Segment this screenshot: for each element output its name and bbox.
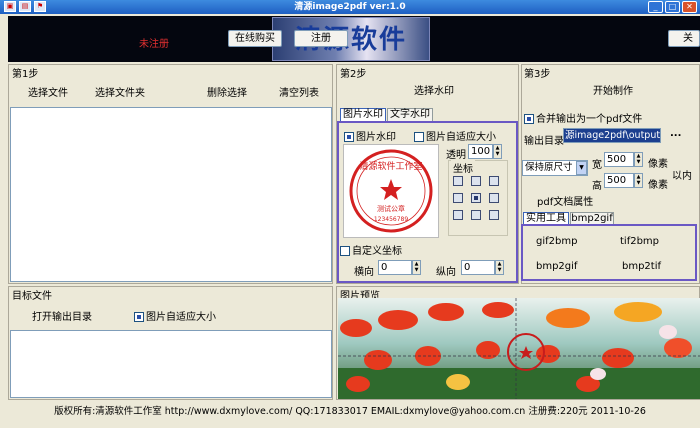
vertical-input[interactable]: 0 <box>461 260 495 275</box>
position-top-left[interactable] <box>453 176 463 186</box>
vertical-label: 纵向 <box>436 267 456 278</box>
position-bottom-left[interactable] <box>453 210 463 220</box>
tif2bmp-button[interactable]: tif2bmp <box>620 236 659 247</box>
image-watermark-label: 图片水印 <box>356 132 396 143</box>
opacity-input[interactable]: 100 <box>468 144 493 159</box>
output-dir-label: 输出目录 <box>524 136 564 147</box>
checkbox-icon <box>134 312 144 322</box>
within-label: 以内 <box>672 171 692 182</box>
register-button[interactable]: 注册 <box>294 30 348 47</box>
position-top-right[interactable] <box>489 176 499 186</box>
merge-pdf-label: 合并输出为一个pdf文件 <box>536 114 643 125</box>
title-icons: ▣ ▤ ⚑ <box>4 1 46 12</box>
width-label: 宽 <box>592 160 602 171</box>
checkbox-icon <box>340 246 350 256</box>
height-unit: 像素 <box>648 180 668 191</box>
checkbox-icon <box>524 114 534 124</box>
bmp2gif-button[interactable]: bmp2gif <box>536 261 577 272</box>
clear-list-button[interactable]: 清空列表 <box>279 84 319 99</box>
minimize-icon[interactable]: _ <box>648 1 663 13</box>
target-auto-fit-label: 图片自适应大小 <box>146 312 216 323</box>
position-middle-left[interactable] <box>453 193 463 203</box>
watermark-preview: 清源软件工作室 测试公章 123456789 <box>343 144 439 238</box>
stamp-number: 123456789 <box>374 216 409 223</box>
position-bottom-right[interactable] <box>489 210 499 220</box>
stamp-image: 清源软件工作室 测试公章 123456789 <box>349 149 433 233</box>
app-icon: ▣ <box>4 1 16 12</box>
opacity-spinner[interactable]: ▲ ▼ <box>493 144 502 159</box>
size-select-value: 保持原尺寸 <box>525 162 573 173</box>
width-unit: 像素 <box>648 159 668 170</box>
window-controls: _ □ ✕ <box>648 1 697 13</box>
target-file-list[interactable] <box>10 330 332 398</box>
image-watermark-checkbox[interactable]: 图片水印 <box>344 128 396 143</box>
height-input[interactable]: 500 <box>604 173 634 188</box>
auto-fit-checkbox[interactable]: 图片自适应大小 <box>414 128 496 143</box>
merge-pdf-checkbox[interactable]: 合并输出为一个pdf文件 <box>524 110 642 125</box>
register-status: 未注册 <box>139 39 169 50</box>
tab-text-watermark[interactable]: 文字水印 <box>387 108 433 121</box>
start-button[interactable]: 开始制作 <box>593 82 633 97</box>
auto-fit-label: 图片自适应大小 <box>426 132 496 143</box>
horizontal-spinner[interactable]: ▲ ▼ <box>412 260 421 275</box>
step2-title: 第2步 <box>340 69 367 80</box>
height-spinner[interactable]: ▲ ▼ <box>634 173 643 188</box>
custom-coord-checkbox[interactable]: 自定义坐标 <box>340 242 402 257</box>
about-button[interactable]: 关于 <box>668 30 700 47</box>
coord-grid <box>453 176 499 220</box>
open-output-button[interactable]: 打开输出目录 <box>32 308 92 323</box>
maximize-icon[interactable]: □ <box>665 1 680 13</box>
checkbox-icon <box>344 132 354 142</box>
checkbox-icon <box>414 132 424 142</box>
vertical-spinner[interactable]: ▲ ▼ <box>495 260 504 275</box>
pdf-props-button[interactable]: pdf文档属性 <box>537 193 593 208</box>
bmp2tif-button[interactable]: bmp2tif <box>622 261 661 272</box>
width-spinner[interactable]: ▲ ▼ <box>634 152 643 167</box>
position-center[interactable] <box>471 193 481 203</box>
position-middle-right[interactable] <box>489 193 499 203</box>
tools-highlight <box>521 224 697 281</box>
custom-coord-label: 自定义坐标 <box>352 246 402 257</box>
pdf-icon: ⚑ <box>34 1 46 12</box>
target-auto-fit-checkbox[interactable]: 图片自适应大小 <box>134 308 216 323</box>
opacity-label: 透明 <box>446 150 466 161</box>
close-icon[interactable]: ✕ <box>682 1 697 13</box>
coord-label: 坐标 <box>451 160 475 175</box>
horizontal-label: 横向 <box>354 267 374 278</box>
title-bar: 清源image2pdf ver:1.0 <box>0 0 700 14</box>
gif2bmp-button[interactable]: gif2bmp <box>536 236 577 247</box>
select-watermark-button[interactable]: 选择水印 <box>414 82 454 97</box>
buy-online-button[interactable]: 在线购买 <box>228 30 282 47</box>
chevron-down-icon[interactable]: ▼ <box>576 161 587 175</box>
width-input[interactable]: 500 <box>604 152 634 167</box>
horizontal-input[interactable]: 0 <box>378 260 412 275</box>
position-bottom-center[interactable] <box>471 210 481 220</box>
file-list[interactable] <box>10 107 332 282</box>
browse-button[interactable]: ... <box>670 128 681 139</box>
height-label: 高 <box>592 181 602 192</box>
step3-title: 第3步 <box>524 69 551 80</box>
step1-title: 第1步 <box>12 69 39 80</box>
stamp-sub: 测试公章 <box>377 204 405 213</box>
preview-image <box>338 298 700 399</box>
footer-status: 版权所有:清源软件工作室 http://www.dxmylove.com/ QQ… <box>54 406 646 417</box>
tulip-photo <box>338 298 700 399</box>
window-title: 清源image2pdf ver:1.0 <box>294 2 406 12</box>
position-top-center[interactable] <box>471 176 481 186</box>
delete-selected-button[interactable]: 删除选择 <box>207 84 247 99</box>
output-dir-input[interactable]: 源image2pdf\output\ <box>563 128 661 143</box>
target-title: 目标文件 <box>12 291 52 302</box>
app-icon-2: ▤ <box>19 1 31 12</box>
select-folder-button[interactable]: 选择文件夹 <box>95 84 145 99</box>
tab-image-watermark[interactable]: 图片水印 <box>340 108 386 121</box>
stamp-text: 清源软件工作室 <box>359 160 422 172</box>
select-file-button[interactable]: 选择文件 <box>28 84 68 99</box>
